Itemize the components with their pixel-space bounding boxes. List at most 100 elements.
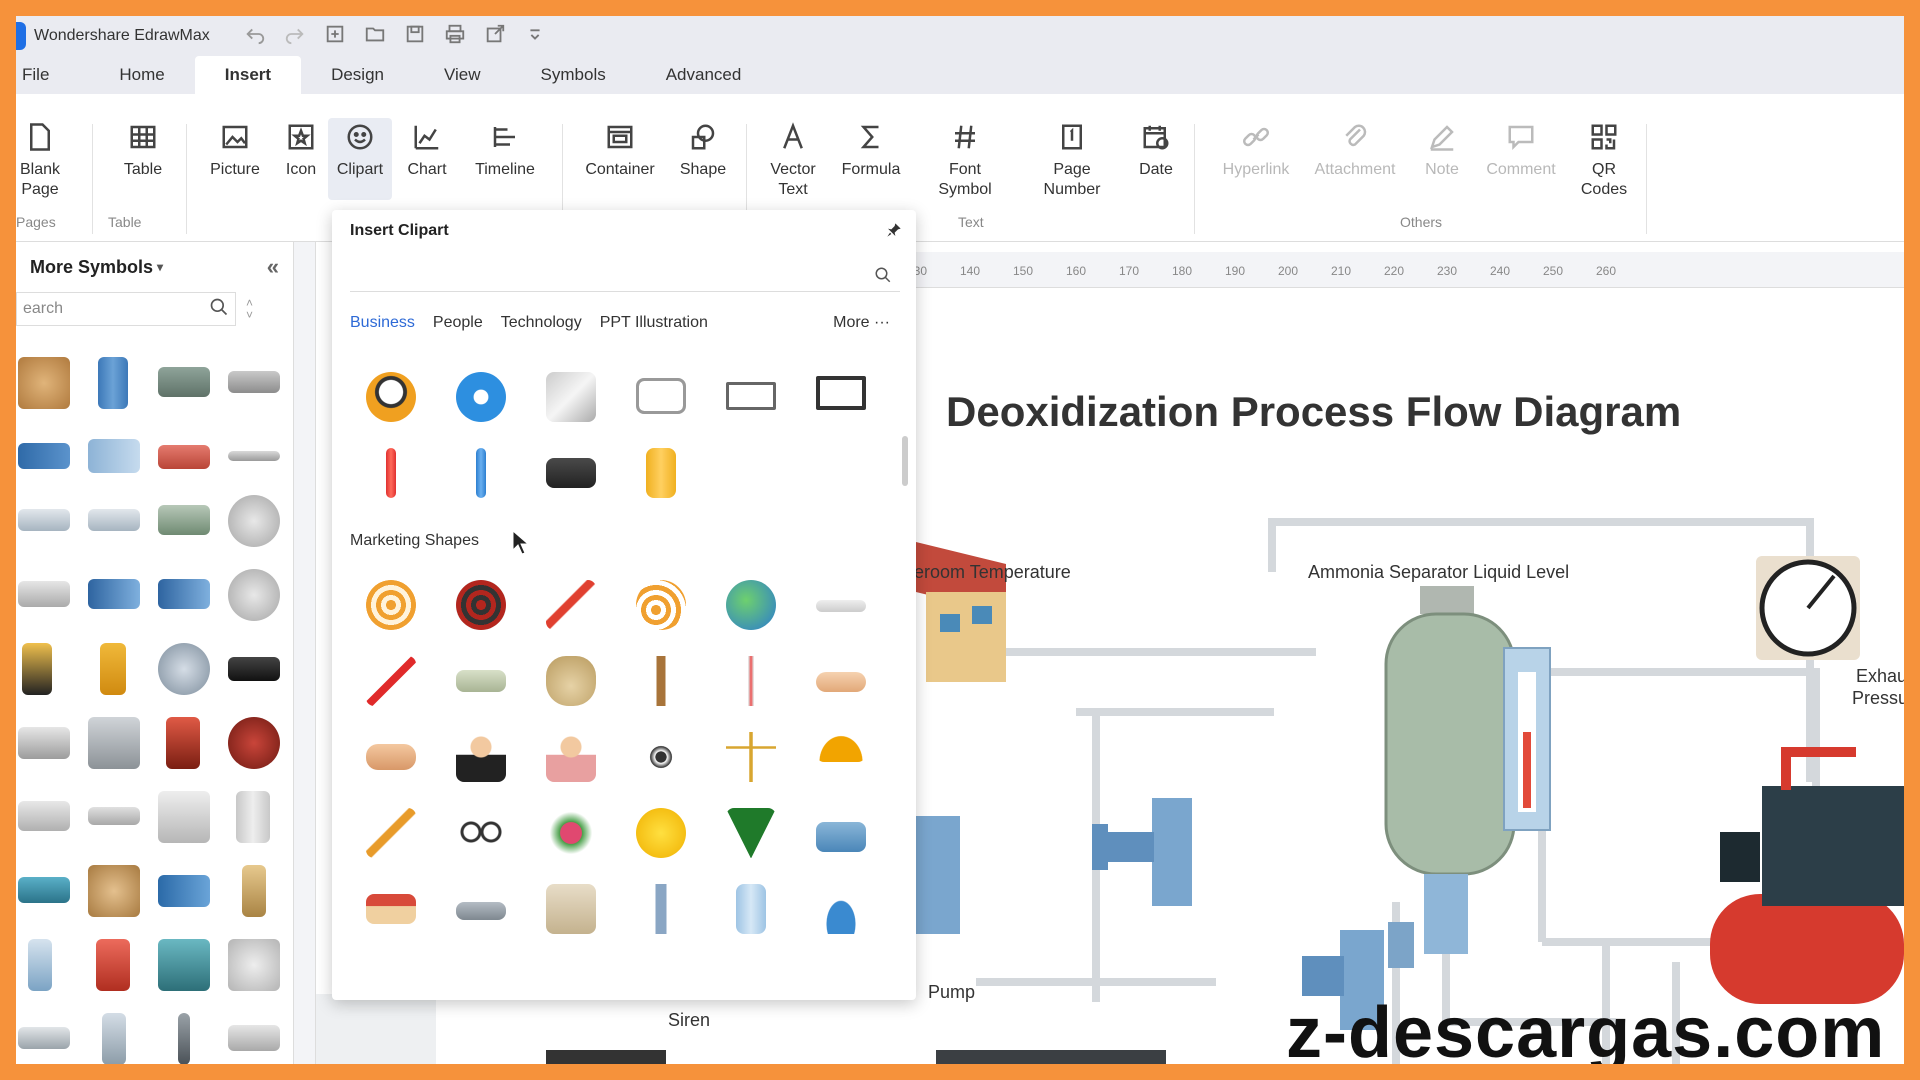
red-pencil-clipart[interactable] xyxy=(386,448,396,498)
attachment-button[interactable]: Attachment xyxy=(1300,122,1410,180)
symbol-item[interactable] xyxy=(228,939,280,991)
money-clipart[interactable] xyxy=(456,670,506,692)
webcam-clipart[interactable] xyxy=(456,372,506,422)
note-button[interactable]: Note xyxy=(1414,122,1470,180)
symbol-item[interactable] xyxy=(158,505,210,535)
symbol-item[interactable] xyxy=(228,657,280,681)
thermometer-clipart[interactable] xyxy=(726,656,776,706)
export-icon[interactable] xyxy=(484,23,506,50)
label-pressure[interactable]: Pressu xyxy=(1852,688,1904,709)
tab-view[interactable]: View xyxy=(414,56,511,94)
symbol-item[interactable] xyxy=(158,643,210,695)
chart-board-clipart[interactable] xyxy=(636,378,686,414)
businessman-clipart[interactable] xyxy=(456,732,506,782)
date-button[interactable]: Date xyxy=(1126,122,1186,180)
symbol-item[interactable] xyxy=(236,791,270,843)
train-clipart[interactable] xyxy=(456,902,506,920)
symbol-item[interactable] xyxy=(18,581,70,607)
tab-insert[interactable]: Insert xyxy=(194,56,302,94)
category-ppt-illustration[interactable]: PPT Illustration xyxy=(600,314,708,332)
symbol-item[interactable] xyxy=(98,357,128,409)
symbol-item[interactable] xyxy=(18,357,70,409)
table-button[interactable]: Table xyxy=(108,122,178,180)
handshake-clipart[interactable] xyxy=(366,744,416,770)
symbol-item[interactable] xyxy=(28,939,52,991)
blue-pencil-clipart[interactable] xyxy=(476,448,486,498)
symbol-item[interactable] xyxy=(18,443,70,469)
popup-scrollbar[interactable] xyxy=(902,436,908,486)
symbol-item[interactable] xyxy=(22,643,52,695)
money-bag-clipart[interactable] xyxy=(546,656,596,706)
sun-clipart[interactable] xyxy=(636,808,686,858)
pointing-hand-clipart[interactable] xyxy=(816,672,866,692)
symbol-item[interactable] xyxy=(88,717,140,769)
flower-clipart[interactable] xyxy=(546,808,596,858)
cabinet-clipart[interactable] xyxy=(646,448,676,498)
glasses-clipart[interactable] xyxy=(456,820,506,844)
clipart-search-input[interactable] xyxy=(350,260,900,292)
factory-clipart[interactable] xyxy=(816,822,866,852)
qr-codes-button[interactable]: QR Codes xyxy=(1572,122,1636,200)
laptop-clipart[interactable] xyxy=(726,382,776,410)
symbol-item[interactable] xyxy=(88,807,140,825)
symbol-item[interactable] xyxy=(228,569,280,621)
desk-clipart[interactable] xyxy=(546,458,596,488)
dart-target-clipart[interactable] xyxy=(636,580,686,630)
symbol-item[interactable] xyxy=(88,509,140,531)
timeline-button[interactable]: Timeline xyxy=(460,122,550,180)
save-icon[interactable] xyxy=(404,23,426,50)
symbol-item[interactable] xyxy=(18,727,70,759)
symbol-item[interactable] xyxy=(228,451,280,461)
fountain-clipart[interactable] xyxy=(816,884,866,934)
clipart-button[interactable]: Clipart xyxy=(328,118,392,200)
picture-button[interactable]: Picture xyxy=(192,122,278,180)
symbol-item[interactable] xyxy=(18,509,70,531)
symbol-item[interactable] xyxy=(158,445,210,469)
more-categories-button[interactable]: More ··· xyxy=(833,314,890,332)
team-clipart[interactable] xyxy=(636,732,686,782)
globe-clipart[interactable] xyxy=(726,580,776,630)
tab-file[interactable]: File xyxy=(16,56,55,94)
checkmark-clipart[interactable] xyxy=(366,656,416,706)
monitor-clipart[interactable] xyxy=(816,376,866,410)
bar-clipart[interactable] xyxy=(816,600,866,612)
symbol-item[interactable] xyxy=(100,643,126,695)
target-red-clipart[interactable] xyxy=(456,580,506,630)
search-icon[interactable] xyxy=(874,266,892,289)
signpost-clipart[interactable] xyxy=(636,656,686,706)
symbol-item[interactable] xyxy=(242,865,266,917)
comment-button[interactable]: Comment xyxy=(1474,122,1568,180)
pin-icon[interactable] xyxy=(886,222,902,243)
tab-advanced[interactable]: Advanced xyxy=(636,56,772,94)
print-icon[interactable] xyxy=(444,23,466,50)
businesswoman-clipart[interactable] xyxy=(546,732,596,782)
tab-home[interactable]: Home xyxy=(89,56,194,94)
label-pump[interactable]: Pump xyxy=(928,982,975,1003)
dart-clipart[interactable] xyxy=(546,580,596,630)
new-icon[interactable] xyxy=(324,23,346,50)
label-exhaust[interactable]: Exhau xyxy=(1856,666,1904,687)
symbol-search-input[interactable]: earch xyxy=(16,292,236,326)
icon-button[interactable]: Icon xyxy=(278,122,324,180)
symbol-item[interactable] xyxy=(158,939,210,991)
category-people[interactable]: People xyxy=(433,314,483,332)
symbol-item[interactable] xyxy=(18,1027,70,1049)
symbol-item[interactable] xyxy=(228,717,280,769)
redo-icon[interactable] xyxy=(284,23,306,50)
label-ammonia-level[interactable]: Ammonia Separator Liquid Level xyxy=(1308,562,1569,583)
symbol-item[interactable] xyxy=(158,875,210,907)
category-business[interactable]: Business xyxy=(350,314,415,332)
symbol-item[interactable] xyxy=(88,579,140,609)
tab-design[interactable]: Design xyxy=(301,56,414,94)
symbol-item[interactable] xyxy=(158,367,210,397)
tree-clipart[interactable] xyxy=(726,808,776,858)
symbol-item[interactable] xyxy=(228,495,280,547)
chart-button[interactable]: Chart xyxy=(402,122,452,180)
shape-button[interactable]: Shape xyxy=(672,122,734,180)
page-number-button[interactable]: Page Number xyxy=(1032,122,1112,200)
symbol-item[interactable] xyxy=(158,791,210,843)
symbol-item[interactable] xyxy=(18,801,70,831)
scales-clipart[interactable] xyxy=(726,732,776,782)
pencil-clipart[interactable] xyxy=(366,808,416,858)
symbol-item[interactable] xyxy=(228,1025,280,1051)
